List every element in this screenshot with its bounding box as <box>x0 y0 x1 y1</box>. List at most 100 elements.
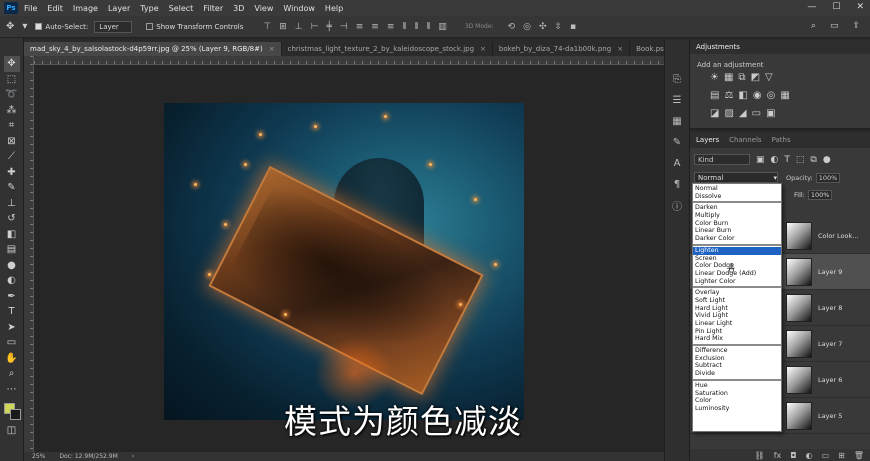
blend-mode-option[interactable]: Exclusion <box>693 355 781 363</box>
color-balance-icon[interactable]: ⚖ <box>724 90 733 101</box>
libraries-panel-icon[interactable]: ▦ <box>669 114 685 129</box>
menu-item[interactable]: Edit <box>47 4 63 13</box>
blend-mode-option[interactable]: Linear Dodge (Add) <box>693 270 781 278</box>
blend-mode-option[interactable]: Darker Color <box>693 235 781 243</box>
path-selection-tool-icon[interactable]: ➤ <box>4 320 20 336</box>
document-tab[interactable]: mad_sky_4_by_salsolastock-d4p59rr.jpg @ … <box>24 42 282 56</box>
dodge-tool-icon[interactable]: ◐ <box>4 273 20 289</box>
crop-tool-icon[interactable]: ⌗ <box>4 118 20 134</box>
more-tools-icon[interactable]: ⋯ <box>4 382 20 398</box>
auto-align-icon[interactable]: ▥ <box>438 22 447 32</box>
exposure-icon[interactable]: ◩ <box>751 72 760 83</box>
blend-mode-option[interactable]: Saturation <box>693 390 781 398</box>
brush-settings-icon[interactable]: ✎ <box>669 135 685 150</box>
pen-tool-icon[interactable]: ✒ <box>4 289 20 305</box>
pixel-filter-icon[interactable]: ▣ <box>756 155 765 165</box>
blend-mode-option[interactable]: Linear Burn <box>693 227 781 235</box>
tab-paths[interactable]: Paths <box>772 136 791 144</box>
status-arrow-icon[interactable]: › <box>132 453 134 460</box>
frame-tool-icon[interactable]: ⊠ <box>4 134 20 150</box>
vibrance-icon[interactable]: ▽ <box>765 72 773 83</box>
blend-mode-option[interactable]: Difference <box>693 347 781 355</box>
eyedropper-tool-icon[interactable]: ⟋ <box>4 149 20 165</box>
smart-filter-icon[interactable]: ⧉ <box>810 155 816 165</box>
blend-mode-option[interactable]: Hard Light <box>693 305 781 313</box>
paragraph-panel-icon[interactable]: ¶ <box>669 177 685 192</box>
blend-mode-option[interactable]: Hard Mix <box>693 335 781 343</box>
new-adjustment-icon[interactable]: ◐ <box>806 451 813 460</box>
blend-mode-option[interactable]: Normal <box>693 185 781 193</box>
gradient-tool-icon[interactable]: ▤ <box>4 242 20 258</box>
layer-name[interactable]: Layer 8 <box>818 304 842 312</box>
blend-mode-option[interactable]: Color Dodge <box>693 262 781 270</box>
align-left-icon[interactable]: ⊢ <box>311 22 319 32</box>
roll-3d-icon[interactable]: ◎ <box>523 22 531 32</box>
align-right-icon[interactable]: ⊣ <box>340 22 348 32</box>
blend-mode-select[interactable]: Normal ▾ <box>694 172 778 183</box>
new-group-icon[interactable]: ▭ <box>822 451 830 460</box>
document-size[interactable]: Doc: 12.9M/252.9M <box>59 453 117 460</box>
info-panel-icon[interactable]: ⓘ <box>669 198 685 213</box>
layer-mask-thumbnail[interactable] <box>786 330 812 358</box>
clone-stamp-tool-icon[interactable]: ⊥ <box>4 196 20 212</box>
healing-brush-tool-icon[interactable]: ✚ <box>4 165 20 181</box>
type-tool-icon[interactable]: T <box>4 304 20 320</box>
blur-tool-icon[interactable]: ● <box>4 258 20 274</box>
blend-mode-option[interactable]: Darken <box>693 204 781 212</box>
quick-select-tool-icon[interactable]: ⁂ <box>4 103 20 119</box>
layer-name[interactable]: Layer 6 <box>818 376 842 384</box>
move-tool-icon[interactable]: ✥ <box>3 56 20 72</box>
menu-item[interactable]: Filter <box>203 4 223 13</box>
layer-name[interactable]: Layer 9 <box>818 268 842 276</box>
align-top-icon[interactable]: ⊤ <box>263 22 271 32</box>
layer-name[interactable]: Layer 5 <box>818 412 842 420</box>
distribute-center-icon[interactable]: ⦀ <box>414 22 418 32</box>
quick-mask-icon[interactable]: ◫ <box>4 423 20 439</box>
align-center-icon[interactable]: ╪ <box>326 22 331 32</box>
distribute-right-icon[interactable]: ⦀ <box>426 22 430 32</box>
threshold-icon[interactable]: ◢ <box>739 108 747 119</box>
blend-mode-option[interactable]: Pin Light <box>693 328 781 336</box>
menu-item[interactable]: 3D <box>233 4 244 13</box>
shape-filter-icon[interactable]: ⬚ <box>796 155 805 165</box>
posterize-icon[interactable]: ▨ <box>724 108 733 119</box>
maximize-icon[interactable]: ☐ <box>832 2 840 12</box>
orbit-3d-icon[interactable]: ⟲ <box>508 22 516 32</box>
gradient-map-icon[interactable]: ▭ <box>752 108 761 119</box>
new-layer-icon[interactable]: ⊞ <box>838 451 845 460</box>
menu-item[interactable]: Layer <box>108 4 130 13</box>
character-panel-icon[interactable]: A <box>669 156 685 171</box>
layer-mask-thumbnail[interactable] <box>786 222 812 250</box>
blend-mode-option[interactable]: Divide <box>693 370 781 378</box>
marquee-tool-icon[interactable]: ⬚ <box>4 72 20 88</box>
auto-select-checkbox[interactable] <box>35 23 43 30</box>
document-tab[interactable]: bokeh_by_diza_74-da1b00k.png × <box>493 42 631 56</box>
document-tab[interactable]: christmas_light_texture_2_by_kaleidoscop… <box>282 42 493 56</box>
filter-toggle-icon[interactable]: ● <box>823 155 831 165</box>
search-icon[interactable]: ⌕ <box>811 21 816 31</box>
blend-mode-option[interactable]: Subtract <box>693 362 781 370</box>
brush-tool-icon[interactable]: ✎ <box>4 180 20 196</box>
opacity-input[interactable]: 100% <box>815 172 841 183</box>
align-middle-icon[interactable]: ⊞ <box>279 22 287 32</box>
pan-3d-icon[interactable]: ✣ <box>539 22 547 32</box>
distribute-left-icon[interactable]: ⦀ <box>402 22 406 32</box>
workspace-icon[interactable]: ▭ <box>830 21 839 31</box>
selective-color-icon[interactable]: ▣ <box>766 108 775 119</box>
share-icon[interactable]: ⇪ <box>852 21 860 31</box>
menu-item[interactable]: Type <box>140 4 158 13</box>
auto-select-target-select[interactable]: Layer <box>94 20 133 33</box>
tab-layers[interactable]: Layers <box>696 136 719 144</box>
blend-mode-option[interactable]: Color <box>693 397 781 405</box>
tab-adjustments[interactable]: Adjustments <box>696 43 740 51</box>
brightness-contrast-icon[interactable]: ☀ <box>710 72 719 83</box>
layer-style-icon[interactable]: fx <box>774 451 782 460</box>
type-filter-icon[interactable]: T <box>784 155 790 165</box>
blend-mode-option[interactable]: Lighter Color <box>693 278 781 286</box>
close-tab-icon[interactable]: × <box>480 45 486 53</box>
background-color-swatch[interactable] <box>9 409 21 420</box>
kind-filter-select[interactable]: Kind <box>694 154 750 165</box>
color-lookup-icon[interactable]: ▦ <box>780 90 789 101</box>
curves-icon[interactable]: ⧉ <box>738 72 745 83</box>
adjustment-filter-icon[interactable]: ◐ <box>771 155 779 165</box>
